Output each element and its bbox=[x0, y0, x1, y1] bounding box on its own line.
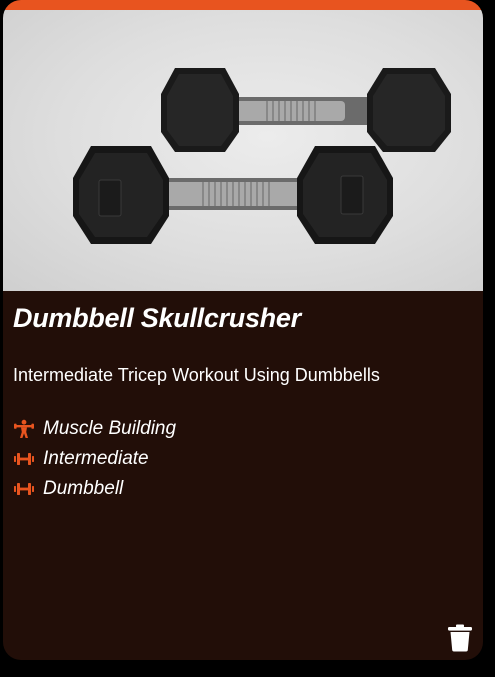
workout-image bbox=[3, 10, 483, 291]
workout-description: Intermediate Tricep Workout Using Dumbbe… bbox=[13, 365, 380, 385]
dumbbells-photo bbox=[73, 68, 451, 244]
tag-goal: Muscle Building bbox=[13, 414, 176, 444]
dumbbell-icon bbox=[13, 448, 35, 470]
tag-equipment: Dumbbell bbox=[13, 474, 176, 504]
workout-tags: Muscle Building Intermediate Dumbbell bbox=[13, 414, 176, 504]
tag-label: Intermediate bbox=[43, 448, 149, 469]
tag-label: Dumbbell bbox=[43, 478, 124, 499]
workout-title: Dumbbell Skullcrusher bbox=[13, 303, 301, 333]
delete-button[interactable] bbox=[447, 624, 473, 652]
dumbbell-icon bbox=[13, 478, 35, 500]
card-accent-strip bbox=[3, 0, 483, 10]
trash-icon bbox=[448, 624, 472, 652]
tag-level: Intermediate bbox=[13, 444, 176, 474]
tag-label: Muscle Building bbox=[43, 418, 177, 439]
workout-card[interactable]: Dumbbell Skullcrusher Intermediate Trice… bbox=[3, 0, 483, 660]
weightlifter-icon bbox=[13, 418, 35, 440]
